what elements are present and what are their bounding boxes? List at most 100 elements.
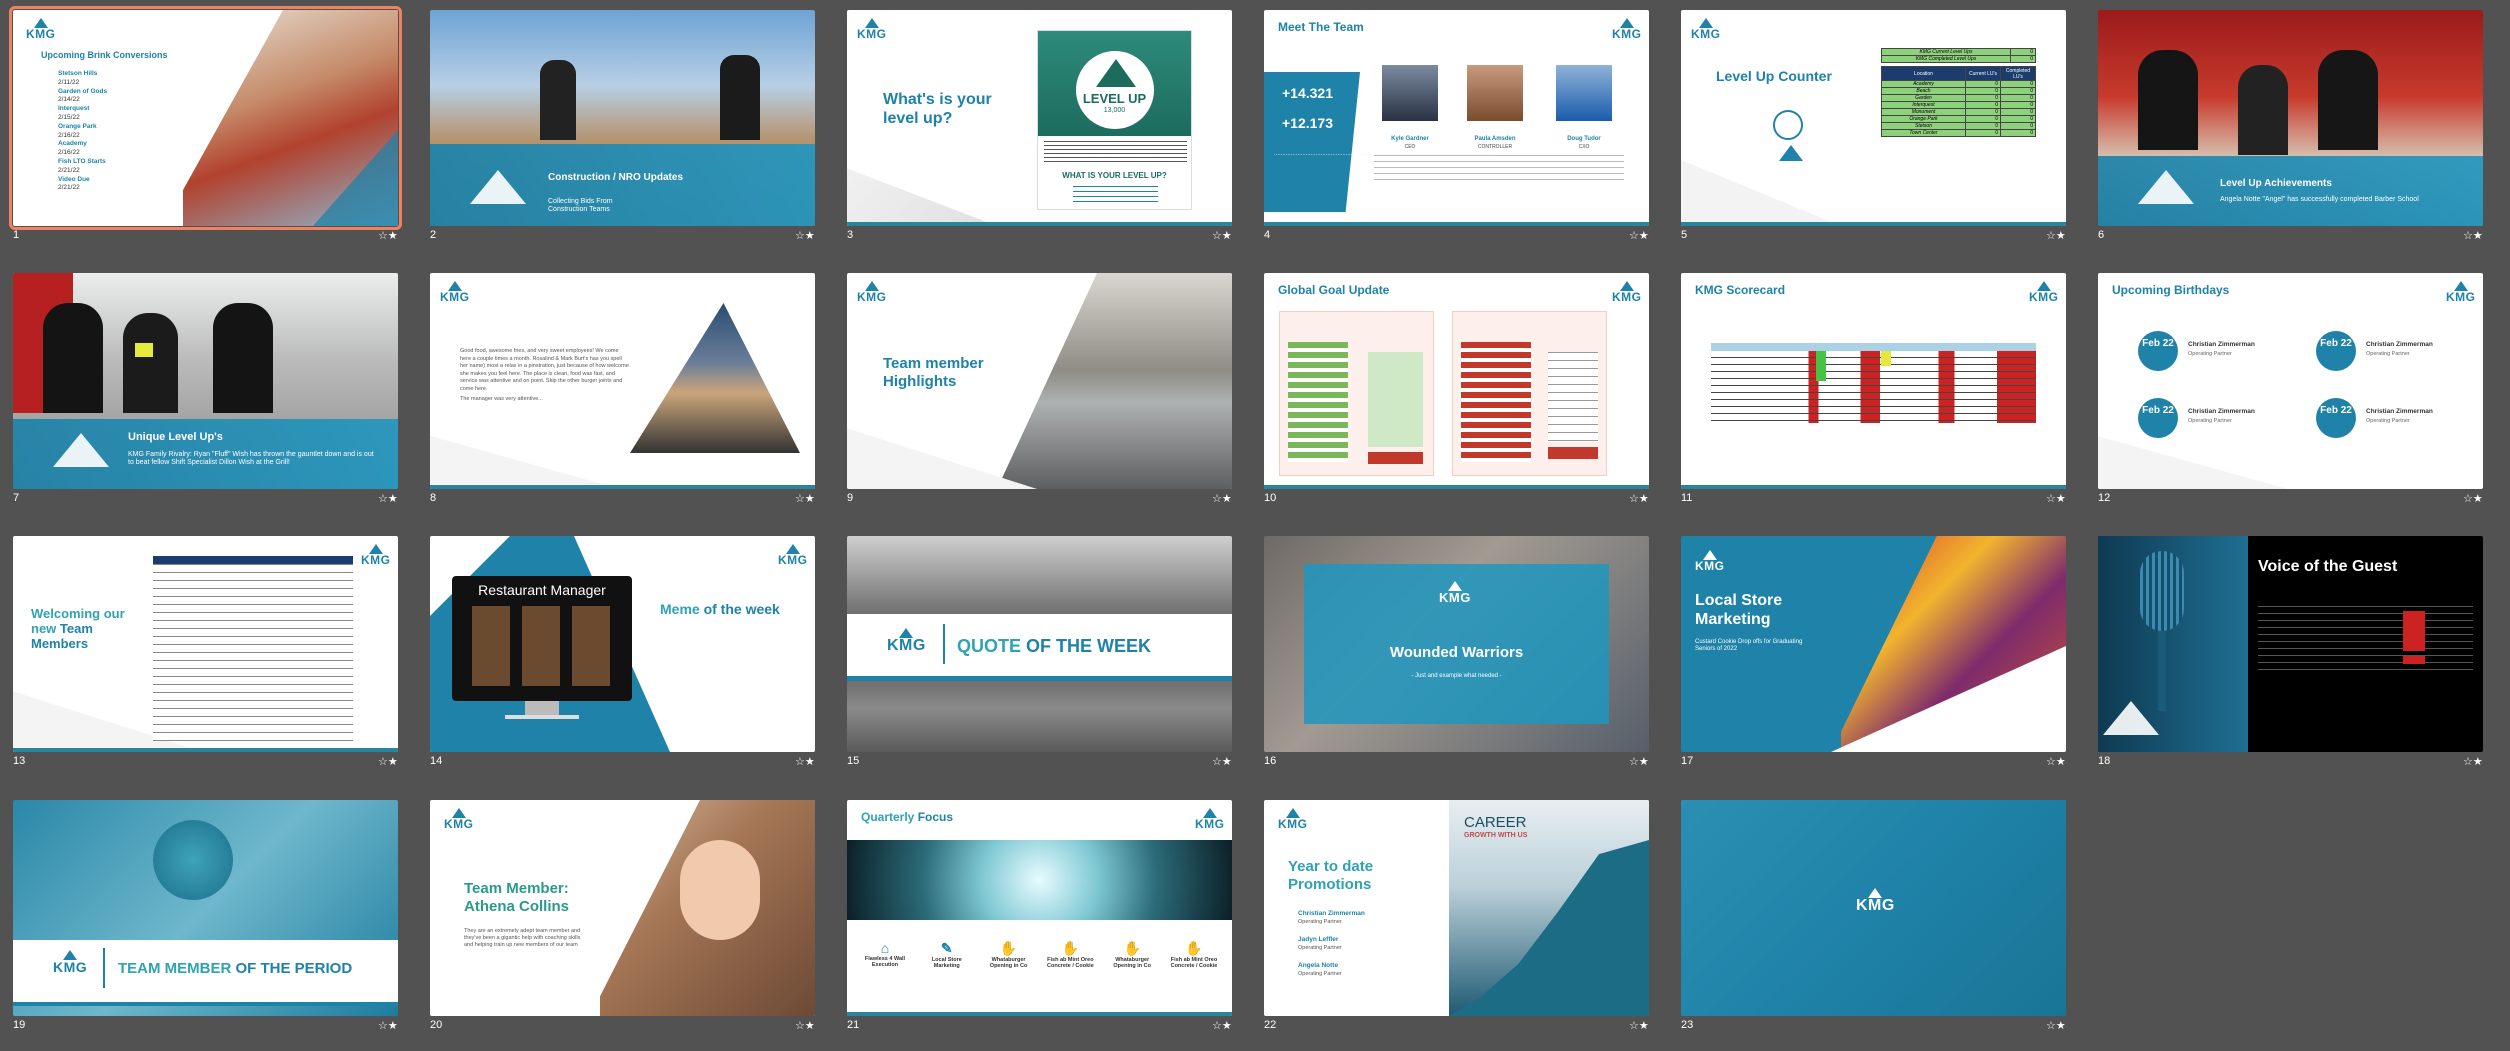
star-icon[interactable]: ☆★: [378, 1019, 398, 1032]
slide-thumbnail-2[interactable]: Construction / NRO Updates Collecting Bi…: [417, 0, 815, 246]
kmg-logo: KMG: [440, 281, 470, 304]
slide-thumbnail-22[interactable]: KMG Year to date Promotions Christian Zi…: [1251, 790, 1649, 1036]
scorecard-table: [1711, 343, 2036, 423]
star-icon[interactable]: ☆★: [795, 492, 815, 505]
star-icon[interactable]: ☆★: [1629, 492, 1649, 505]
slide-title: Global Goal Update: [1278, 283, 1390, 297]
slide-title: Welcoming our new Team Members: [31, 606, 125, 651]
slide-thumbnail-4[interactable]: Meet The Team KMG +14.321 +12.173 ......…: [1251, 0, 1649, 246]
slide-subtitle: They are an extremely adept team member …: [464, 928, 581, 948]
slide-thumbnail-5[interactable]: KMG Level Up Counter KMG Current Level U…: [1668, 0, 2066, 246]
slide-thumbnail-19[interactable]: KMG TEAM MEMBER OF THE PERIOD 19 ☆★: [0, 790, 398, 1036]
slide-thumbnail-10[interactable]: Global Goal Update KMG 10 ☆★: [1251, 263, 1649, 509]
slide-number: 18: [2098, 755, 2111, 767]
slide-title: Construction / NRO Updates: [548, 172, 684, 183]
slide-number: 8: [430, 492, 437, 504]
star-icon[interactable]: ☆★: [795, 229, 815, 242]
star-icon[interactable]: ☆★: [1212, 229, 1232, 242]
slide-thumbnail-7[interactable]: Unique Level Up's KMG Family Rivalry: Ry…: [0, 263, 398, 509]
monitor-image: Restaurant Manager: [452, 576, 632, 701]
star-icon[interactable]: ☆★: [1212, 492, 1232, 505]
star-icon[interactable]: ☆★: [1212, 755, 1232, 768]
slide-subtitle: Angela Notte "Angel" has successfully co…: [2220, 196, 2419, 203]
star-icon[interactable]: ☆★: [1629, 229, 1649, 242]
slide-subtitle: Custard Cookie Drop offs for Graduating …: [1695, 639, 1803, 652]
star-icon[interactable]: ☆★: [378, 229, 398, 242]
slide-title: Level Up Counter: [1716, 68, 1832, 84]
star-icon[interactable]: ☆★: [2463, 229, 2483, 242]
slide-title: Meme of the week: [660, 601, 780, 617]
slide-thumbnail-9[interactable]: KMG Team member Highlights 9 ☆★: [834, 263, 1232, 509]
star-icon[interactable]: ☆★: [795, 755, 815, 768]
star-icon[interactable]: ☆★: [1212, 1019, 1232, 1032]
slide-title: Quarterly Focus: [861, 810, 954, 824]
slide-title: Level Up Achievements: [2220, 178, 2332, 189]
new-members-table: [153, 556, 353, 741]
slide-number: 14: [430, 755, 443, 767]
kmg-logo: KMG: [26, 18, 56, 41]
slide-thumbnail-16[interactable]: KMG Wounded Warriors - Just and example …: [1251, 526, 1649, 772]
slide-number: 9: [847, 492, 854, 504]
slide-subtitle: - Just and example what needed -: [1411, 673, 1502, 679]
slide-title: Local Store Marketing: [1695, 592, 1783, 628]
avatar: [1556, 65, 1612, 121]
kmg-logo: KMG: [1612, 281, 1642, 304]
slide-thumbnail-23[interactable]: KMG 23 ☆★: [1668, 790, 2066, 1036]
slide-number: 3: [847, 229, 854, 241]
slide-thumbnail-6[interactable]: Level Up Achievements Angela Notte "Ange…: [2085, 0, 2483, 246]
kmg-logo: KMG: [2029, 281, 2059, 304]
goal-poster-1: [1279, 311, 1434, 476]
slide-thumbnail-13[interactable]: KMG Welcoming our new Team Members 13 ☆★: [0, 526, 398, 772]
location-table: Location Current LU's Completed LU's Acade…: [1881, 66, 2036, 137]
slide-number: 2: [430, 229, 437, 241]
slide-title: Upcoming Brink Conversions: [41, 50, 168, 60]
kmg-logo: KMG: [1695, 550, 1725, 573]
slide-thumbnail-12[interactable]: Upcoming Birthdays KMG Feb 22 Christian …: [2085, 263, 2483, 509]
slide-thumbnail-17[interactable]: KMG Local Store Marketing Custard Cookie…: [1668, 526, 2066, 772]
star-icon[interactable]: ☆★: [378, 755, 398, 768]
focus-banner: [847, 840, 1232, 920]
slide-number: 16: [1264, 755, 1277, 767]
slide-number: 15: [847, 755, 860, 767]
slide-thumbnail-20[interactable]: KMG Team Member: Athena Collins They are…: [417, 790, 815, 1036]
slide-title: Upcoming Birthdays: [2112, 283, 2230, 297]
kmg-logo: KMG: [1439, 581, 1471, 605]
kmg-logo: KMG: [1195, 808, 1225, 831]
slide-thumbnail-14[interactable]: Restaurant Manager KMG Meme of the week …: [417, 526, 815, 772]
birthday-date: Feb 22: [2138, 331, 2178, 371]
slide-thumbnail-8[interactable]: KMG Good food, awesome fries, and very s…: [417, 263, 815, 509]
kmg-logo: KMG: [53, 950, 87, 975]
birthday-date: Feb 22: [2316, 331, 2356, 371]
kmg-logo: KMG: [444, 808, 474, 831]
star-icon[interactable]: ☆★: [2463, 755, 2483, 768]
slide-sorter-grid: KMG Upcoming Brink Conversions Stetson H…: [0, 0, 2510, 1051]
focus-items: ⌂ Flawless 4 Wall Execution ✎ Local Store …: [864, 940, 1218, 969]
slide-thumbnail-11[interactable]: KMG Scorecard KMG 11 ☆★: [1668, 263, 2066, 509]
star-icon[interactable]: ☆★: [378, 492, 398, 505]
slide-thumbnail-15[interactable]: KMG QUOTE OF THE WEEK 15 ☆★: [834, 526, 1232, 772]
star-icon[interactable]: ☆★: [2046, 492, 2066, 505]
slide-number: 11: [1681, 492, 1693, 504]
slide-thumbnail-18[interactable]: Voice of the Guest 18 ☆★: [2085, 526, 2483, 772]
slide-title: QUOTE OF THE WEEK: [957, 636, 1152, 656]
star-icon[interactable]: ☆★: [2046, 755, 2066, 768]
slide-thumbnail-3[interactable]: KMG What's is your level up? LEVEL UP 13…: [834, 0, 1232, 246]
birthday-date: Feb 22: [2138, 398, 2178, 438]
star-icon[interactable]: ☆★: [2046, 1019, 2066, 1032]
slide-title: Voice of the Guest: [2258, 558, 2398, 575]
slide-number: 13: [13, 755, 26, 767]
star-icon[interactable]: ☆★: [1629, 755, 1649, 768]
slide-thumbnail-1[interactable]: KMG Upcoming Brink Conversions Stetson H…: [0, 0, 402, 246]
slide-number: 19: [13, 1019, 26, 1031]
stat-2: +12.173: [1282, 115, 1333, 131]
star-icon[interactable]: ☆★: [795, 1019, 815, 1032]
kmg-logo: KMG: [1856, 888, 1895, 915]
star-icon[interactable]: ☆★: [2463, 492, 2483, 505]
slide-number: 1: [13, 229, 20, 241]
slide-thumbnail-21[interactable]: Quarterly Focus KMG ⌂ Flawless 4 Wall Exe…: [834, 790, 1232, 1036]
star-icon[interactable]: ☆★: [1629, 1019, 1649, 1032]
goal-poster-2: [1452, 311, 1607, 476]
kmg-logo: KMG: [1691, 18, 1721, 41]
star-icon[interactable]: ☆★: [2046, 229, 2066, 242]
review-text: Good food, awesome fries, and very sweet…: [460, 348, 629, 392]
